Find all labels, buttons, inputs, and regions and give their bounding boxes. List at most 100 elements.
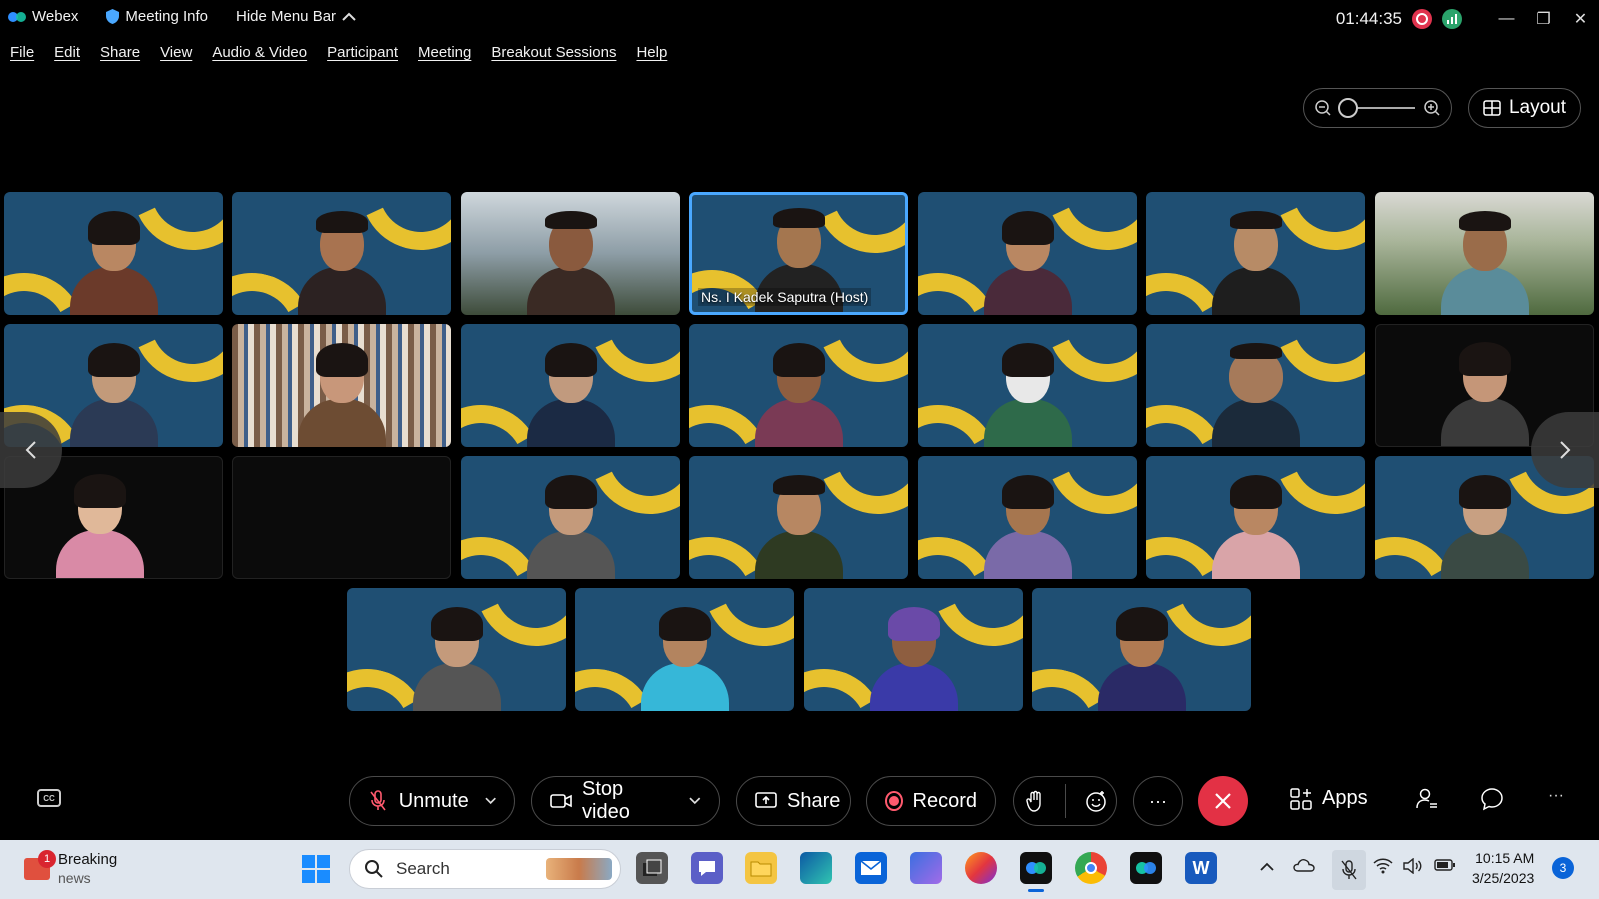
webex-taskbar-icon[interactable]	[1020, 852, 1052, 892]
overflow-menu-icon[interactable]: ···	[1548, 787, 1564, 805]
unmute-button[interactable]: Unmute	[349, 776, 515, 826]
menu-audio-video[interactable]: Audio & Video	[212, 44, 307, 61]
zoom-out-icon[interactable]	[1314, 99, 1332, 117]
meeting-controls: CC Unmute Stop video Share Record ··· Ap…	[0, 775, 1599, 829]
zoom-in-icon[interactable]	[1423, 99, 1441, 117]
taskbar-time: 10:15 AM	[1475, 850, 1535, 866]
record-icon	[885, 791, 903, 811]
video-tile[interactable]	[918, 192, 1137, 315]
video-tile[interactable]	[918, 324, 1137, 447]
taskbar-search[interactable]: Search	[349, 849, 621, 889]
menu-view[interactable]: View	[160, 44, 192, 61]
next-page-button[interactable]	[1531, 412, 1599, 488]
unmute-label: Unmute	[398, 789, 469, 812]
volume-icon[interactable]	[1403, 857, 1423, 879]
reactions-icon[interactable]	[1085, 790, 1107, 812]
webex-app-menu[interactable]: Webex	[8, 8, 78, 25]
word-icon[interactable]: W	[1185, 852, 1217, 884]
video-tile-host[interactable]: Ns. I Kadek Saputra (Host)	[689, 192, 908, 315]
video-tile[interactable]	[4, 192, 223, 315]
participants-icon[interactable]	[1415, 787, 1439, 817]
news-title: Breaking	[58, 851, 118, 868]
menu-file[interactable]: File	[10, 44, 34, 61]
show-hidden-icons-icon[interactable]	[1260, 858, 1274, 876]
record-button[interactable]: Record	[866, 776, 996, 826]
chat-icon[interactable]	[1480, 787, 1504, 817]
chevron-up-icon	[342, 12, 356, 21]
webex-meetings-icon[interactable]	[1130, 852, 1162, 884]
video-grid: Ns. I Kadek Saputra (Host)	[0, 192, 1599, 712]
leave-meeting-button[interactable]	[1198, 776, 1248, 826]
apps-icon	[1290, 787, 1312, 810]
stop-video-button[interactable]: Stop video	[531, 776, 720, 826]
chevron-right-icon	[1560, 441, 1571, 459]
shield-icon	[106, 9, 120, 24]
taskbar-clock[interactable]: 10:15 AM 3/25/2023	[1472, 848, 1534, 888]
news-badge: 1	[38, 850, 56, 868]
share-label: Share	[787, 789, 841, 812]
hide-menu-bar-button[interactable]: Hide Menu Bar	[236, 8, 356, 25]
closed-captions-icon[interactable]: CC	[37, 789, 61, 807]
recording-indicator-icon[interactable]	[1412, 9, 1432, 29]
video-tile[interactable]	[1375, 192, 1594, 315]
video-tile[interactable]	[689, 456, 908, 579]
record-label: Record	[912, 789, 977, 812]
share-button[interactable]: Share	[736, 776, 851, 826]
raise-hand-icon[interactable]	[1024, 790, 1046, 812]
task-view-icon[interactable]	[636, 852, 668, 884]
minimize-button[interactable]: —	[1488, 0, 1525, 38]
close-window-button[interactable]: ✕	[1562, 0, 1599, 38]
layout-button[interactable]: Layout	[1468, 88, 1581, 128]
video-tile[interactable]	[689, 324, 908, 447]
video-tile[interactable]	[1146, 192, 1365, 315]
taskbar-date: 3/25/2023	[1472, 870, 1535, 886]
more-options-button[interactable]: ···	[1133, 776, 1183, 826]
menu-edit[interactable]: Edit	[54, 44, 80, 61]
restore-button[interactable]: ❐	[1525, 0, 1562, 38]
wifi-icon[interactable]	[1373, 858, 1393, 879]
teams-chat-icon[interactable]	[691, 852, 723, 884]
start-button-icon[interactable]	[302, 855, 330, 883]
battery-icon[interactable]	[1434, 858, 1456, 877]
video-tile[interactable]	[347, 588, 566, 711]
chevron-down-icon[interactable]	[485, 797, 496, 805]
video-tile[interactable]	[575, 588, 794, 711]
video-tile[interactable]	[232, 324, 451, 447]
video-tile[interactable]	[461, 192, 680, 315]
news-widget[interactable]: 1 Breaking news	[24, 850, 117, 888]
video-tile[interactable]	[1146, 456, 1365, 579]
video-tile[interactable]	[461, 324, 680, 447]
chevron-down-icon[interactable]	[689, 797, 701, 805]
microphone-muted-tray-icon[interactable]	[1332, 850, 1366, 890]
host-name-label: Ns. I Kadek Saputra (Host)	[698, 288, 872, 306]
video-tile-camera-off[interactable]	[232, 456, 451, 579]
video-tile[interactable]	[804, 588, 1023, 711]
video-tile[interactable]	[1146, 324, 1365, 447]
file-explorer-icon[interactable]	[745, 852, 777, 884]
chrome-icon[interactable]	[1075, 852, 1107, 884]
news-subtitle: news	[58, 870, 91, 886]
onedrive-icon[interactable]	[1293, 858, 1315, 877]
meeting-info-button[interactable]: Meeting Info	[106, 8, 208, 25]
copilot-icon[interactable]	[910, 852, 942, 884]
apps-button[interactable]: Apps	[1290, 787, 1368, 810]
menu-participant[interactable]: Participant	[327, 44, 398, 61]
mail-icon[interactable]	[855, 852, 887, 884]
network-status-icon[interactable]	[1442, 9, 1462, 29]
menu-meeting[interactable]: Meeting	[418, 44, 471, 61]
edge-browser-icon[interactable]	[800, 852, 832, 884]
menu-help[interactable]: Help	[636, 44, 667, 61]
menu-breakout-sessions[interactable]: Breakout Sessions	[491, 44, 616, 61]
video-tile[interactable]	[232, 192, 451, 315]
menu-share[interactable]: Share	[100, 44, 140, 61]
notification-badge[interactable]: 3	[1552, 857, 1574, 879]
search-highlight-image	[546, 858, 612, 880]
video-tile[interactable]	[918, 456, 1137, 579]
video-tile[interactable]	[1032, 588, 1251, 711]
firefox-icon[interactable]	[965, 852, 997, 884]
zoom-slider-knob[interactable]	[1338, 98, 1358, 118]
zoom-slider[interactable]	[1338, 98, 1415, 118]
camera-icon	[550, 790, 572, 812]
title-bar: Webex Meeting Info Hide Menu Bar 01:44:3…	[0, 0, 1599, 38]
video-tile[interactable]	[461, 456, 680, 579]
